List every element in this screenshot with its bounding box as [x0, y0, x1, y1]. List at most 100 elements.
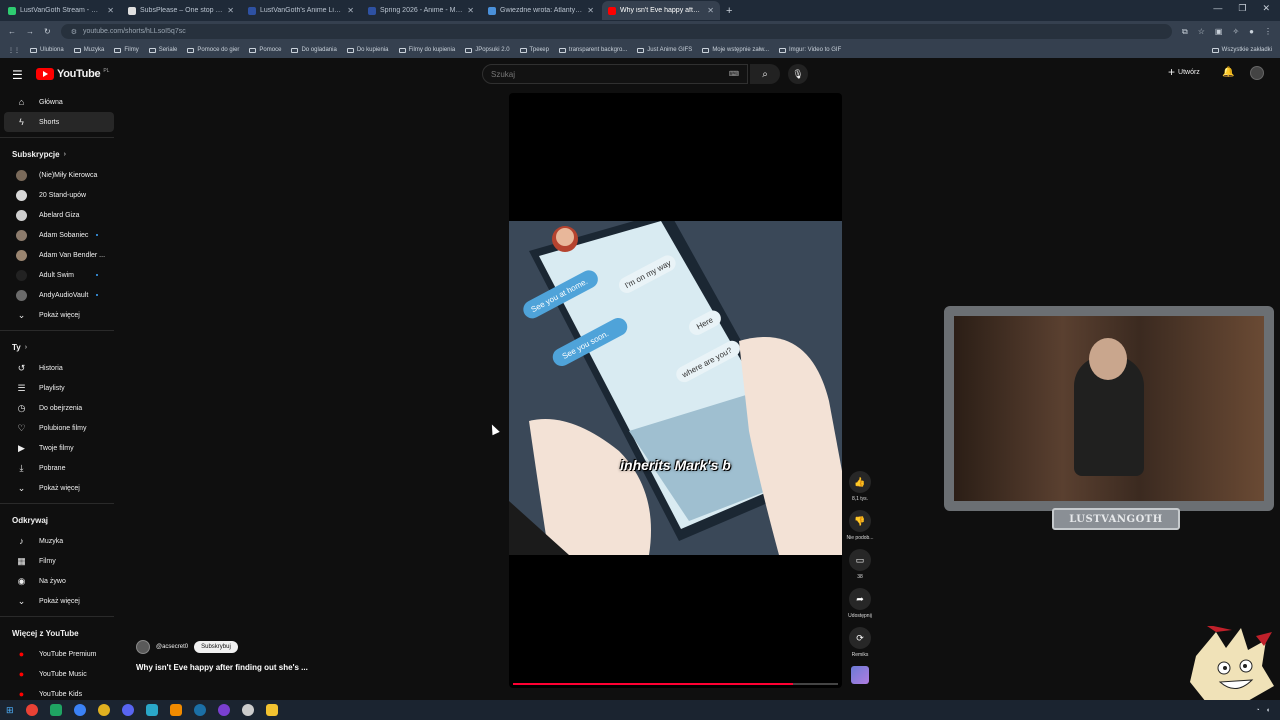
short-player[interactable]: See you at home. I'm on my way See you s… — [509, 93, 842, 688]
dislike-button[interactable]: 👎 — [849, 510, 871, 532]
show-more-subscriptions[interactable]: ⌄ Pokaż więcej — [4, 305, 114, 325]
bookmark-item[interactable]: Just Anime GIFS — [637, 47, 692, 53]
channel-avatar[interactable] — [136, 640, 150, 654]
bookmark-item[interactable]: Muzyka — [73, 47, 104, 53]
bookmark-item[interactable]: Трекер — [519, 47, 549, 53]
show-more-explore[interactable]: ⌄ Pokaż więcej — [4, 591, 114, 611]
sidebar-item-main[interactable]: ⌂ Główna — [4, 92, 114, 112]
app-yellow-icon[interactable] — [97, 704, 110, 716]
sidebar-item-explore[interactable]: ♪ Muzyka — [4, 531, 114, 551]
sidebar-item-explore[interactable]: ▦ Filmy — [4, 551, 114, 571]
short-title[interactable]: Why isn't Eve happy after finding out sh… — [136, 663, 308, 672]
url-bar[interactable]: ⚙ youtube.com/shorts/hLLsoI5q7sc — [60, 24, 1172, 39]
browser-tab[interactable]: Why isn't Eve happy after fi ✕ — [602, 1, 720, 20]
bookmark-item[interactable]: Imgur: Video to GIF — [779, 47, 841, 53]
discord-icon[interactable] — [121, 704, 134, 716]
remix-button[interactable]: ⟳ — [849, 627, 871, 649]
subscriptions-heading[interactable]: Subskrypcje › — [0, 143, 118, 165]
tray-volume-icon[interactable]: ◖ — [1266, 707, 1270, 714]
site-info-icon[interactable]: ⚙ — [71, 28, 77, 36]
voice-search-button[interactable]: 🎙 — [788, 64, 808, 84]
restore-icon[interactable]: ❐ — [1238, 3, 1246, 14]
like-button[interactable]: 👍 — [849, 471, 871, 493]
notifications-bell-icon[interactable]: 🔔 — [1222, 67, 1234, 78]
app-green-icon[interactable] — [49, 704, 62, 716]
reload-icon[interactable]: ↻ — [44, 27, 51, 36]
tab-close-icon[interactable]: ✕ — [227, 6, 234, 15]
tab-close-icon[interactable]: ✕ — [347, 6, 354, 15]
bookmark-item[interactable]: Seriale — [148, 47, 177, 53]
explore-heading[interactable]: Odkrywaj — [0, 509, 118, 531]
hamburger-menu-icon[interactable]: ☰ — [12, 68, 23, 82]
settings-icon[interactable] — [241, 704, 254, 716]
start-icon[interactable]: ⊞ — [6, 705, 14, 716]
sidebar-item-you[interactable]: ▶ Twoje filmy — [4, 438, 114, 458]
browser-tab[interactable]: SubsPlease – One stop shop fo ✕ — [122, 1, 240, 20]
profile-icon[interactable]: ● — [1249, 27, 1254, 37]
obs-icon[interactable] — [217, 704, 230, 716]
browser-tab[interactable]: LustVanGoth Stream - Watch L✕ — [2, 1, 120, 20]
sidebar-item-you[interactable]: ☰ Playlisty — [4, 378, 114, 398]
sidebar-item-subscription[interactable]: AndyAudioVault — [4, 285, 114, 305]
subscribe-button[interactable]: Subskrybuj — [194, 641, 238, 653]
sidebar-item-you[interactable]: ♡ Polubione filmy — [4, 418, 114, 438]
sidebar-item-explore[interactable]: ◉ Na żywo — [4, 571, 114, 591]
apps-icon[interactable]: ⋮⋮ — [8, 47, 20, 54]
bookmark-item[interactable]: Filmy do kupienia — [398, 47, 455, 53]
sidebar-item-youtube-product[interactable]: ● YouTube Music — [4, 664, 114, 684]
install-icon[interactable]: ⧉ — [1182, 27, 1188, 37]
browser-tab[interactable]: Spring 2026 - Anime - MyAnim✕ — [362, 1, 480, 20]
bookmark-item[interactable]: Filmy — [114, 47, 139, 53]
sidebar-item-you[interactable]: ◷ Do obejrzenia — [4, 398, 114, 418]
tab-close-icon[interactable]: ✕ — [107, 6, 114, 15]
sidebar-item-subscription[interactable]: Adam Sobaniec — [4, 225, 114, 245]
sidebar-item-subscription[interactable]: Adam Van Bendler ... — [4, 245, 114, 265]
browser-tab[interactable]: Gwiezdne wrota: Atlantyda / St ✕ — [482, 1, 600, 20]
sidebar-item-subscription[interactable]: 20 Stand-upów — [4, 185, 114, 205]
search-input[interactable]: Szukaj ⌨ — [482, 64, 748, 84]
close-window-icon[interactable]: ✕ — [1262, 3, 1270, 14]
account-avatar[interactable] — [1250, 66, 1264, 80]
bookmark-item[interactable]: Moje wstępnie załw... — [702, 47, 769, 53]
bookmark-star-icon[interactable]: ☆ — [1198, 27, 1205, 37]
all-bookmarks[interactable]: Wszystkie zakładki — [1211, 47, 1272, 53]
sidebar-item-subscription[interactable]: Abelard Giza — [4, 205, 114, 225]
video-progress-bar[interactable] — [513, 683, 838, 685]
bookmark-item[interactable]: Ulubiona — [30, 47, 64, 53]
puzzle-icon[interactable]: ✧ — [1232, 27, 1239, 37]
channel-name[interactable]: @acsecret0 — [156, 644, 188, 650]
bookmark-item[interactable]: transparent backgro... — [558, 47, 627, 53]
chrome-icon[interactable] — [25, 704, 38, 716]
youtube-logo[interactable]: YouTube PL — [36, 68, 109, 80]
search-button[interactable]: ⌕ — [750, 64, 780, 84]
show-more-you[interactable]: ⌄ Pokaż więcej — [4, 478, 114, 498]
bookmark-item[interactable]: Do ogladania — [291, 47, 337, 53]
tab-close-icon[interactable]: ✕ — [587, 6, 594, 15]
new-tab-icon[interactable]: + — [726, 5, 732, 17]
sidebar-item-youtube-product[interactable]: ● YouTube Premium — [4, 644, 114, 664]
tray-network-icon[interactable]: ◔ — [1256, 707, 1260, 714]
bookmark-item[interactable]: Pomoce do gier — [187, 47, 239, 53]
bookmark-item[interactable]: Pomoce — [249, 47, 281, 53]
more-from-youtube-heading[interactable]: Więcej z YouTube — [0, 622, 118, 644]
forward-icon[interactable]: → — [26, 27, 34, 36]
sound-thumbnail[interactable] — [851, 666, 869, 684]
explorer-icon[interactable] — [265, 704, 278, 716]
app-blue-icon[interactable] — [73, 704, 86, 716]
keyboard-icon[interactable]: ⌨ — [729, 70, 739, 78]
comments-button[interactable]: ▭ — [849, 549, 871, 571]
back-icon[interactable]: ← — [8, 27, 16, 36]
bookmark-item[interactable]: Do kupienia — [346, 47, 389, 53]
browser-tab[interactable]: LustVanGoth's Anime List - My ✕ — [242, 1, 360, 20]
minimize-icon[interactable]: — — [1213, 3, 1222, 14]
sidebar-item-subscription[interactable]: Adult Swim — [4, 265, 114, 285]
you-heading[interactable]: Ty › — [0, 336, 118, 358]
tab-close-icon[interactable]: ✕ — [707, 6, 714, 15]
sidebar-item-you[interactable]: ↺ Historia — [4, 358, 114, 378]
tab-close-icon[interactable]: ✕ — [467, 6, 474, 15]
sidebar-item-you[interactable]: ⤓ Pobrane — [4, 458, 114, 478]
create-button[interactable]: + Utwórz — [1168, 66, 1200, 78]
app-cyan-icon[interactable] — [145, 704, 158, 716]
share-button[interactable]: ➦ — [849, 588, 871, 610]
steam-icon[interactable] — [193, 704, 206, 716]
